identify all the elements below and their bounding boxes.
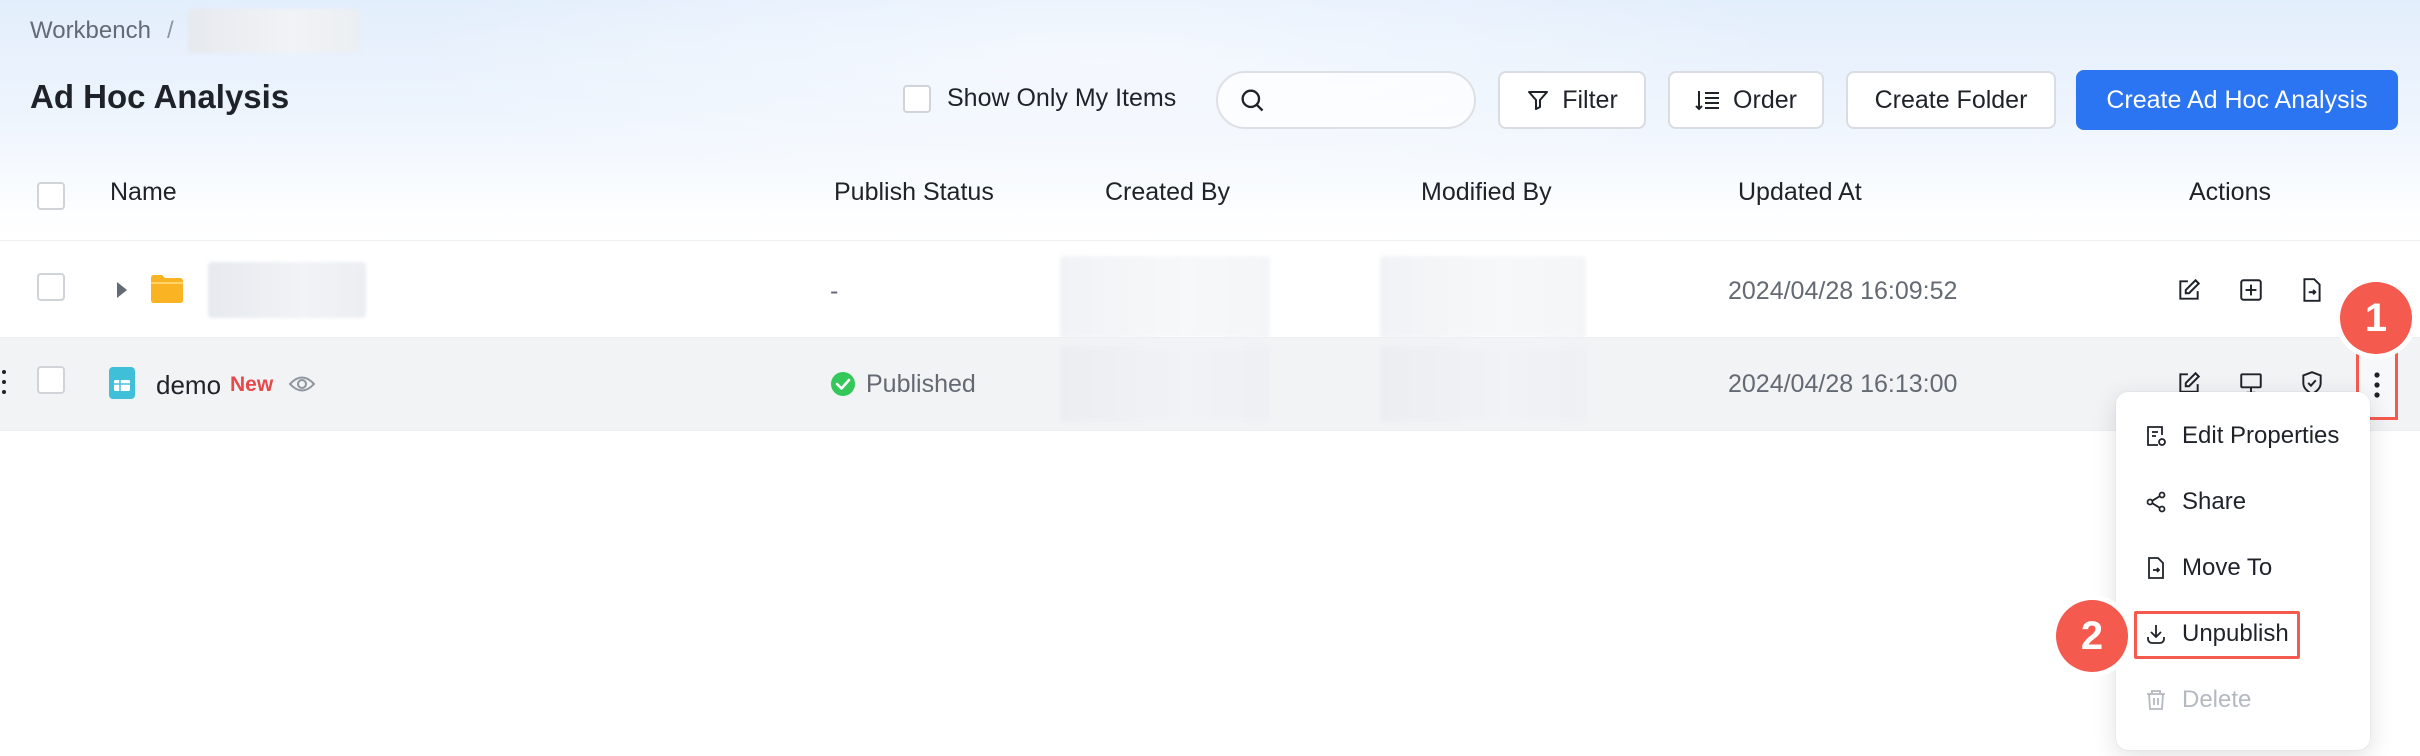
- row-publish-status: -: [830, 277, 839, 305]
- menu-item-label: Share: [2182, 488, 2247, 515]
- filter-button[interactable]: Filter: [1498, 71, 1646, 129]
- filter-icon: [1528, 91, 1549, 110]
- breadcrumb-workbench[interactable]: Workbench: [30, 17, 151, 45]
- row-divider: [0, 430, 2420, 431]
- new-badge: New: [230, 373, 274, 396]
- menu-item-move-to[interactable]: Move To: [2144, 554, 2272, 582]
- column-header-actions: Actions: [2189, 178, 2271, 206]
- created-by-redacted: [1060, 346, 1270, 422]
- filter-label: Filter: [1562, 85, 1618, 114]
- order-button[interactable]: Order: [1668, 71, 1824, 129]
- folder-name-redacted: [208, 262, 366, 318]
- sort-icon: [1695, 91, 1720, 111]
- search-box[interactable]: [1216, 71, 1476, 129]
- show-only-my-items-checkbox[interactable]: [903, 84, 931, 113]
- page-title: Ad Hoc Analysis: [30, 78, 290, 115]
- row-updated-at: 2024/04/28 16:13:00: [1728, 370, 1958, 398]
- modified-by-redacted: [1380, 346, 1586, 422]
- menu-item-edit-properties[interactable]: Edit Properties: [2144, 422, 2339, 450]
- show-only-my-items-label: Show Only My Items: [947, 84, 1177, 112]
- breadcrumb-current-redacted: [187, 9, 360, 53]
- folder-icon: [151, 275, 183, 303]
- row-checkbox[interactable]: [37, 273, 65, 301]
- row-updated-at: 2024/04/28 16:09:52: [1728, 277, 1958, 305]
- share-icon: [2146, 491, 2166, 513]
- more-actions-menu: Edit Properties Share Move To Unpublish …: [2116, 392, 2370, 750]
- expand-arrow-icon[interactable]: [114, 280, 130, 300]
- show-only-my-items-toggle[interactable]: Show Only My Items: [903, 84, 1176, 113]
- column-header-name: Name: [110, 178, 177, 206]
- edit-icon[interactable]: [2176, 277, 2202, 303]
- search-input[interactable]: [1278, 87, 1458, 113]
- column-header-modified-by: Modified By: [1421, 178, 1552, 206]
- breadcrumb: Workbench /: [30, 9, 360, 53]
- menu-item-delete: Delete: [2144, 686, 2251, 714]
- order-label: Order: [1733, 85, 1797, 114]
- add-icon[interactable]: [2238, 277, 2264, 303]
- create-ad-hoc-analysis-button[interactable]: Create Ad Hoc Analysis: [2076, 70, 2398, 130]
- select-all-checkbox[interactable]: [37, 182, 65, 210]
- analysis-doc-icon: [109, 367, 135, 399]
- preview-eye-icon[interactable]: [288, 372, 316, 396]
- more-vertical-icon: [2374, 372, 2380, 398]
- step-marker-2: 2: [2056, 600, 2128, 672]
- create-folder-button[interactable]: Create Folder: [1846, 71, 2056, 129]
- menu-item-label: Delete: [2182, 686, 2252, 713]
- unpublish-highlight-box: [2134, 611, 2300, 659]
- column-header-publish-status: Publish Status: [834, 178, 994, 206]
- delete-icon: [2147, 690, 2165, 710]
- column-header-created-by: Created By: [1105, 178, 1231, 206]
- created-by-redacted: [1060, 256, 1270, 338]
- row-name[interactable]: demo: [156, 370, 221, 401]
- step-marker-1: 1: [2340, 282, 2412, 354]
- menu-item-share[interactable]: Share: [2144, 488, 2246, 516]
- menu-item-label: Edit Properties: [2182, 422, 2340, 449]
- drag-handle-icon[interactable]: [0, 368, 8, 396]
- move-to-icon: [2148, 557, 2164, 579]
- header-divider: [0, 240, 2420, 241]
- breadcrumb-separator: /: [166, 17, 174, 44]
- row-checkbox[interactable]: [37, 366, 65, 394]
- edit-properties-icon: [2147, 426, 2166, 446]
- modified-by-redacted: [1380, 256, 1586, 338]
- menu-item-label: Move To: [2182, 554, 2273, 581]
- column-header-updated-at: Updated At: [1738, 178, 1862, 206]
- move-icon[interactable]: [2299, 277, 2325, 303]
- search-icon: [1241, 89, 1264, 112]
- row-publish-status: Published: [866, 370, 976, 398]
- published-check-icon: [831, 372, 855, 396]
